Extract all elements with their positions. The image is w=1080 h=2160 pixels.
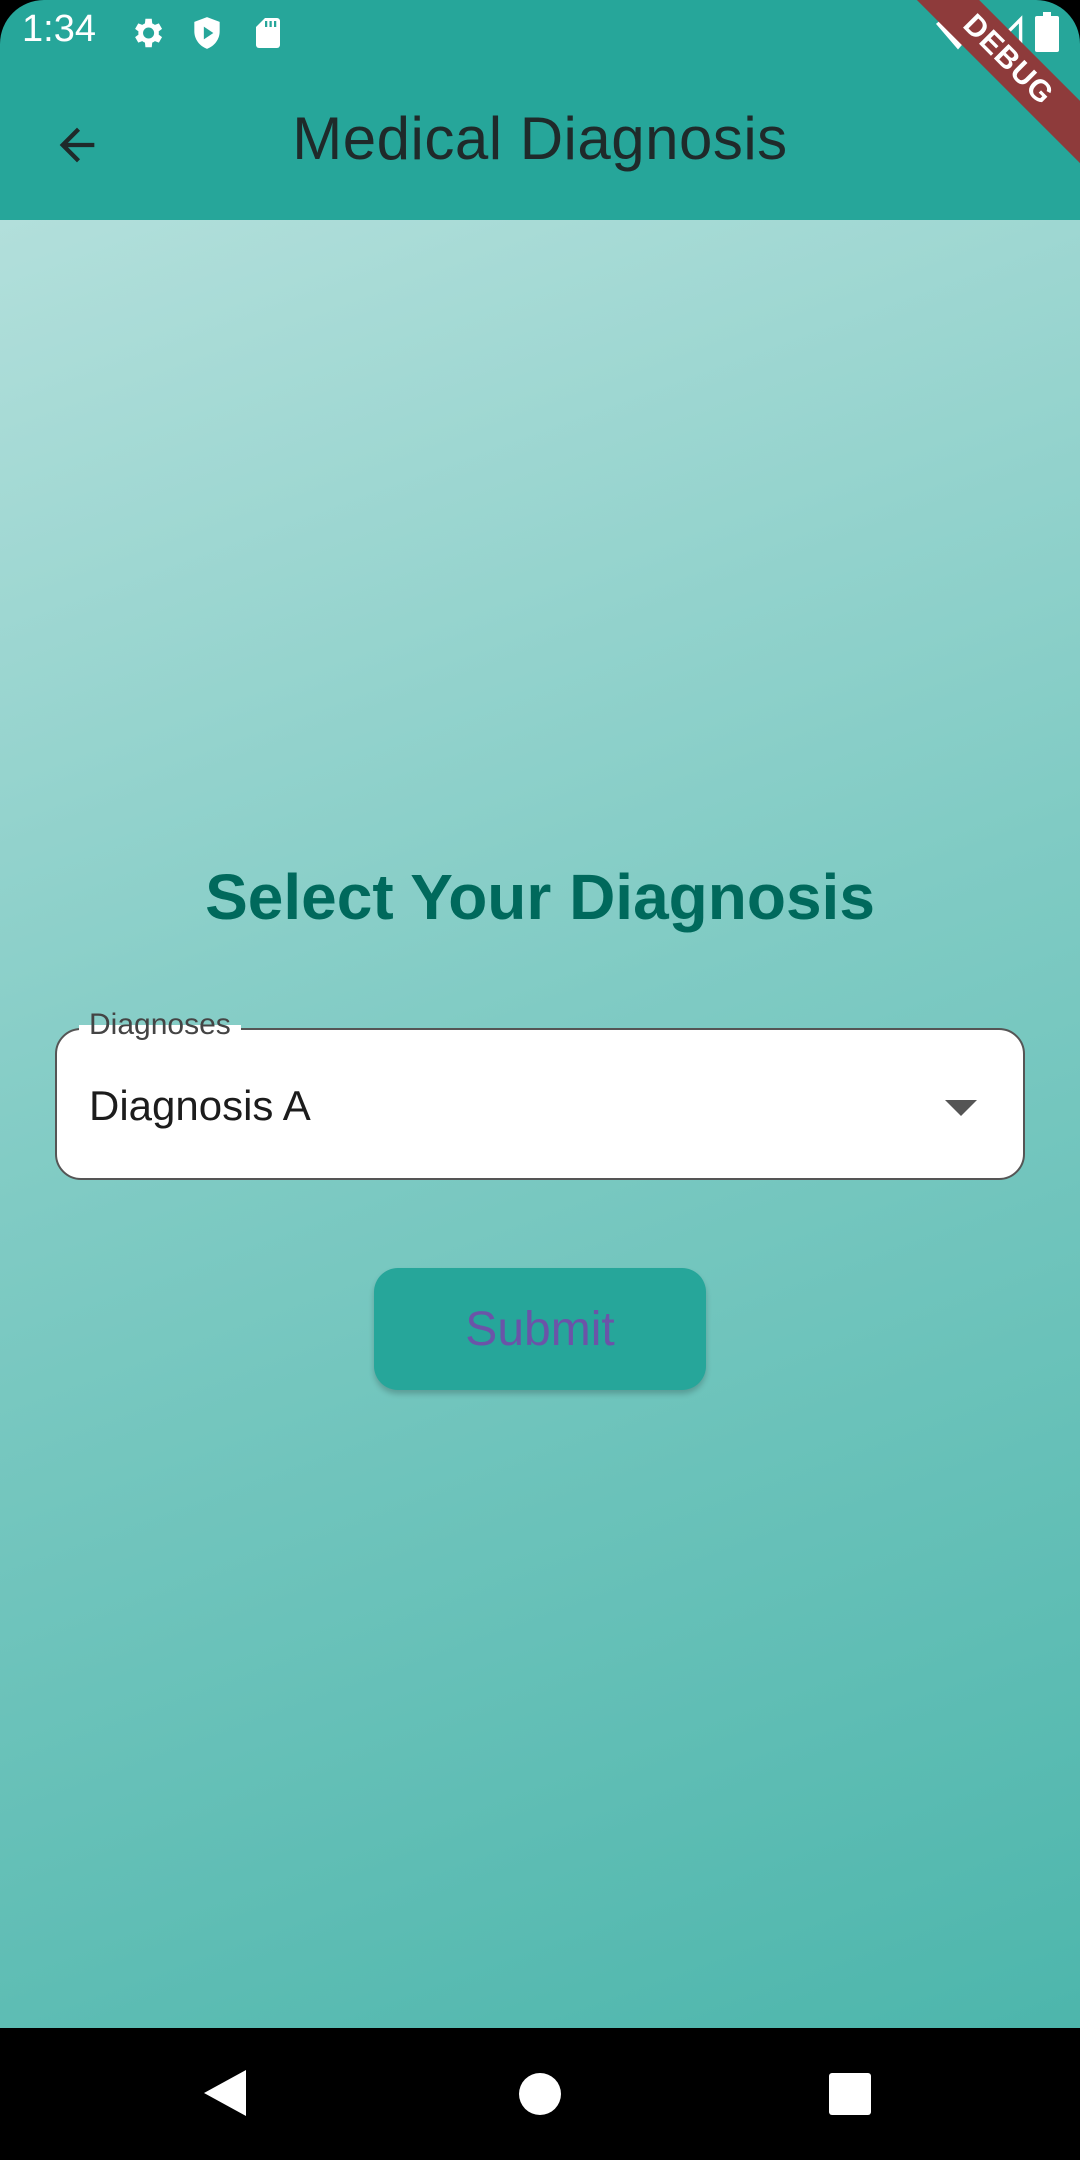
recents-square-icon[interactable]: [828, 2072, 872, 2121]
system-nav-bar: [0, 2028, 1080, 2160]
screen: 1:34 Medical Diagnosis DEBUG Select Your: [0, 0, 1080, 2160]
page-heading: Select Your Diagnosis: [205, 861, 875, 933]
settings-icon: [128, 14, 166, 57]
submit-button[interactable]: Submit: [374, 1268, 706, 1390]
battery-icon: [1034, 12, 1060, 57]
status-time: 1:34: [22, 8, 96, 50]
app-bar: Medical Diagnosis: [0, 66, 1080, 220]
sd-card-icon: [250, 14, 286, 57]
dropdown-label: Diagnoses: [79, 1008, 241, 1042]
shield-play-icon: [188, 14, 226, 57]
home-circle-icon[interactable]: [518, 2072, 562, 2121]
main-content: Select Your Diagnosis Diagnoses Diagnosi…: [0, 220, 1080, 2028]
status-bar: 1:34: [0, 0, 1080, 66]
dropdown-selected-value: Diagnosis A: [89, 1082, 311, 1129]
back-triangle-icon[interactable]: [202, 2068, 248, 2123]
app-title: Medical Diagnosis: [292, 105, 788, 172]
chevron-down-icon: [945, 1100, 977, 1116]
diagnosis-dropdown[interactable]: Diagnoses Diagnosis A: [55, 1008, 1025, 1180]
